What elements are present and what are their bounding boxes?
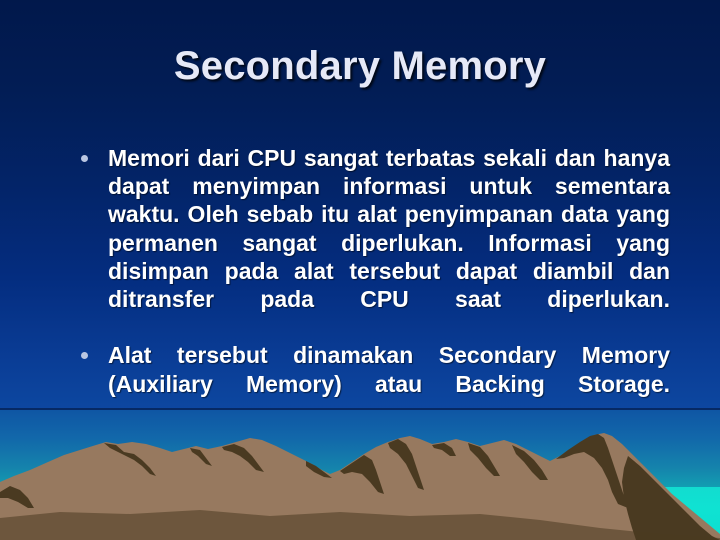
bullet-dot-icon — [81, 155, 88, 162]
presentation-slide: Secondary Memory Memori dari CPU sangat … — [0, 0, 720, 540]
list-item: Memori dari CPU sangat terbatas sekali d… — [72, 144, 670, 341]
mountain-range-silhouette — [0, 433, 720, 540]
page-title: Secondary Memory — [173, 44, 547, 88]
list-item: Alat tersebut dinamakan Secondary Memory… — [72, 341, 670, 426]
list-item-text: Memori dari CPU sangat terbatas sekali d… — [108, 145, 670, 313]
bullet-dot-icon — [81, 352, 88, 360]
slide-body-content: Memori dari CPU sangat terbatas sekali d… — [72, 144, 670, 426]
list-item-text: Alat tersebut dinamakan Secondary Memory… — [108, 342, 670, 397]
